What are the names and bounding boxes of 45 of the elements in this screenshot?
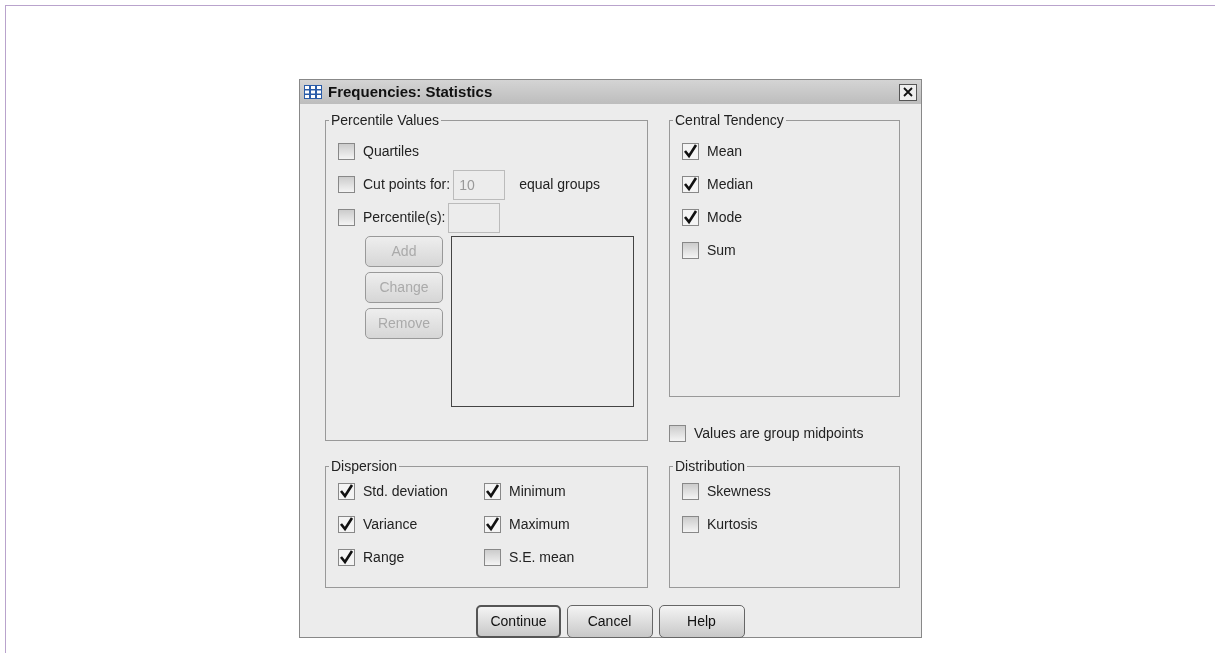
checkbox-label: Variance (363, 515, 418, 534)
checkbox-label: Std. deviation (363, 482, 448, 501)
field-suffix: equal groups (519, 175, 601, 194)
dialog-button[interactable]: Continue (476, 605, 561, 638)
checkbox-label: Skewness (707, 482, 771, 501)
checkbox[interactable] (669, 425, 686, 442)
checkbox-label: Maximum (509, 515, 570, 534)
checkbox[interactable] (682, 176, 699, 193)
checkbox[interactable] (338, 516, 355, 533)
checkbox[interactable] (484, 483, 501, 500)
checkbox[interactable] (338, 143, 355, 160)
grid-icon (304, 85, 322, 99)
checkbox-label: Values are group midpoints (694, 424, 864, 443)
window-title: Frequencies: Statistics (328, 81, 493, 102)
checkbox-label: Median (707, 175, 753, 194)
checkbox[interactable] (338, 483, 355, 500)
checkbox[interactable] (682, 209, 699, 226)
checkbox-label: Mode (707, 208, 743, 227)
checkbox-label: S.E. mean (509, 548, 575, 567)
checkbox[interactable] (484, 516, 501, 533)
checkbox[interactable] (682, 516, 699, 533)
checkbox[interactable] (338, 209, 355, 226)
close-icon (903, 87, 913, 97)
group-title: Central Tendency (673, 112, 786, 128)
checkbox-label: Sum (707, 241, 736, 260)
checkbox[interactable] (484, 549, 501, 566)
checkbox-label: Mean (707, 142, 743, 161)
checkbox-label: Percentile(s): (363, 208, 446, 227)
group-title: Distribution (673, 458, 748, 474)
group-title: Dispersion (329, 458, 400, 474)
checkbox-label: Cut points for: (363, 175, 451, 194)
checkbox-label: Minimum (509, 482, 566, 501)
checkbox-label: Range (363, 548, 405, 567)
dialog-button[interactable]: Help (658, 605, 745, 638)
close-button[interactable] (899, 83, 917, 101)
checkbox[interactable] (338, 176, 355, 193)
checkbox[interactable] (682, 143, 699, 160)
checkbox-label: Kurtosis (707, 515, 758, 534)
checkbox-label: Quartiles (363, 142, 420, 161)
group-title: Percentile Values (329, 112, 441, 128)
dialog-button[interactable]: Cancel (566, 605, 653, 638)
checkbox[interactable] (682, 483, 699, 500)
checkbox[interactable] (682, 242, 699, 259)
list-box[interactable] (451, 236, 634, 407)
checkbox[interactable] (338, 549, 355, 566)
